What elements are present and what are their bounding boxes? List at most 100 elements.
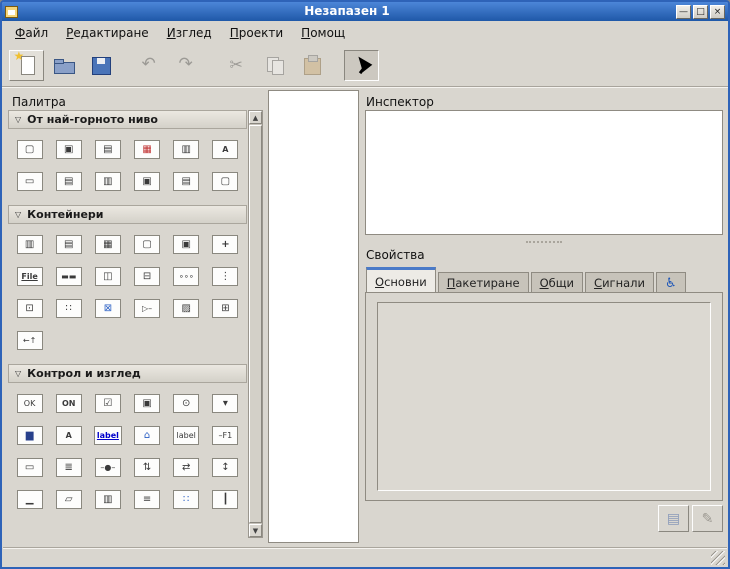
- palette-item-label[interactable]: label: [167, 419, 206, 451]
- palette-item-print-dialog[interactable]: ▣: [128, 165, 167, 197]
- palette-section-header-1[interactable]: ▽Контейнери: [8, 205, 247, 224]
- palette-item-alignment[interactable]: ←↑: [10, 324, 49, 356]
- properties-content: [377, 302, 711, 491]
- palette-section-header-0[interactable]: ▽От най-горното ниво: [8, 110, 247, 129]
- scroll-up-icon[interactable]: ▲: [249, 111, 262, 124]
- palette-item-message-dialog[interactable]: ▤: [88, 133, 127, 165]
- palette-item-spin-button[interactable]: ⇅: [128, 451, 167, 483]
- palette-item-file-selection-dialog[interactable]: ▥: [167, 133, 206, 165]
- palette-item-frame[interactable]: ▢: [128, 228, 167, 260]
- palette-item-combo-box-entry[interactable]: ▾: [206, 387, 245, 419]
- palette-item-text-label[interactable]: A: [49, 419, 88, 451]
- palette-item-toggle-button[interactable]: ON: [49, 387, 88, 419]
- palette-item-vbox[interactable]: ▤: [49, 228, 88, 260]
- palette-item-hscrollbar[interactable]: ⇄: [167, 451, 206, 483]
- minimize-button[interactable]: —: [676, 5, 691, 19]
- palette-item-table[interactable]: ▦: [88, 228, 127, 260]
- menu-item-help[interactable]: Помощ: [292, 23, 354, 43]
- palette-item-link-button[interactable]: label: [88, 419, 127, 451]
- menu-accel: И: [167, 26, 176, 40]
- palette-item-list[interactable]: ≡: [128, 483, 167, 515]
- palette-item-entry[interactable]: ▭: [10, 451, 49, 483]
- inspector-panel[interactable]: [365, 110, 723, 235]
- palette-item-separator[interactable]: ┃: [206, 483, 245, 515]
- tab-accessibility[interactable]: ♿: [656, 272, 686, 293]
- resize-grip-icon[interactable]: [711, 551, 725, 565]
- maximize-button[interactable]: □: [693, 5, 708, 19]
- menu-item-file[interactable]: Файл: [6, 23, 57, 43]
- palette-item-viewport[interactable]: ⊡: [10, 292, 49, 324]
- palette-scrollbar[interactable]: ▲ ▼: [248, 110, 263, 538]
- palette-item-hpaned[interactable]: ◫: [88, 260, 127, 292]
- workspace-panel[interactable]: [268, 90, 359, 543]
- properties-title: Свойства: [366, 248, 425, 262]
- new-button[interactable]: [9, 50, 44, 81]
- palette-item-vscrollbar[interactable]: ↕: [206, 451, 245, 483]
- palette-item-handle-box[interactable]: ▥: [88, 483, 127, 515]
- palette-item-icon-view[interactable]: ∷: [167, 483, 206, 515]
- palette-item-scrolled-window[interactable]: ⊞: [206, 292, 245, 324]
- menu-item-edit[interactable]: Редактиране: [57, 23, 158, 43]
- palette-item-hbuttonbox[interactable]: ∘∘∘: [167, 260, 206, 292]
- menu-item-view[interactable]: Изглед: [158, 23, 221, 43]
- palette-item-vbuttonbox[interactable]: ⋮: [206, 260, 245, 292]
- palette-item-font-selection-dialog[interactable]: ▤: [49, 165, 88, 197]
- palette-item-combo-box[interactable]: ▣: [128, 387, 167, 419]
- palette-item-menubar-widget[interactable]: File: [10, 260, 49, 292]
- tab-general[interactable]: Основни: [366, 267, 436, 293]
- file-selection-dialog-icon: ▥: [173, 140, 199, 159]
- palette-item-hscale[interactable]: –●–: [88, 451, 127, 483]
- undo-icon: [139, 54, 163, 76]
- combo-box-entry-icon: ▾: [212, 394, 238, 413]
- palette-item-iconview[interactable]: ∷: [49, 292, 88, 324]
- spin-button-icon: ⇅: [134, 458, 160, 477]
- tab-signals[interactable]: Сигнали: [585, 272, 654, 293]
- palette-item-dialog[interactable]: ▣: [49, 133, 88, 165]
- close-button[interactable]: ×: [710, 5, 725, 19]
- label-icon: label: [173, 426, 199, 445]
- palette-item-color-button[interactable]: ⌂: [128, 419, 167, 451]
- entry-icon: ▭: [17, 458, 43, 477]
- scroll-down-icon[interactable]: ▼: [249, 524, 262, 537]
- palette-item-hbox[interactable]: ▥: [10, 228, 49, 260]
- scrollbar-thumb[interactable]: [249, 125, 262, 523]
- palette-item-text-view[interactable]: ≣: [49, 451, 88, 483]
- palette-item-expander[interactable]: ▷–: [128, 292, 167, 324]
- palette-item-notebook[interactable]: ▣: [167, 228, 206, 260]
- palette-item-assistant[interactable]: ▢: [206, 165, 245, 197]
- palette-item-list-dialog[interactable]: ▤: [167, 165, 206, 197]
- palette-item-window[interactable]: ▢: [10, 133, 49, 165]
- paste-icon: [300, 54, 324, 76]
- titlebar[interactable]: Незапазен 1 —□×: [2, 2, 728, 21]
- edit-button[interactable]: ✎: [692, 505, 723, 532]
- palette-item-image[interactable]: ▆: [10, 419, 49, 451]
- palette-item-button[interactable]: OK: [10, 387, 49, 419]
- tab-packing[interactable]: Пакетиране: [438, 272, 529, 293]
- palette-item-about-dialog[interactable]: A: [206, 133, 245, 165]
- palette-item-fixed[interactable]: +: [206, 228, 245, 260]
- hbuttonbox-icon: ∘∘∘: [173, 267, 199, 286]
- open-button[interactable]: [46, 50, 81, 81]
- palette-item-radio-button[interactable]: ⊙: [167, 387, 206, 419]
- paned-handle[interactable]: [365, 238, 723, 245]
- info-button[interactable]: ▤: [658, 505, 689, 532]
- palette-item-input-dialog[interactable]: ▭: [10, 165, 49, 197]
- palette-item-file-chooser-dialog[interactable]: ▥: [88, 165, 127, 197]
- palette-item-check-button[interactable]: ☑: [88, 387, 127, 419]
- palette-item-vpaned[interactable]: ⊟: [128, 260, 167, 292]
- palette-item-accel-label[interactable]: –F1: [206, 419, 245, 451]
- palette-item-statusbar-widget[interactable]: ▁: [10, 483, 49, 515]
- palette-item-progress-bar[interactable]: ▱: [49, 483, 88, 515]
- palette-item-color-selection-dialog[interactable]: ▦: [128, 133, 167, 165]
- menu-label: айл: [25, 26, 48, 40]
- palette-item-layout[interactable]: ▨: [167, 292, 206, 324]
- hbox-icon: ▥: [17, 235, 43, 254]
- palette-item-eventbox[interactable]: ⊠: [88, 292, 127, 324]
- vbox-icon: ▤: [56, 235, 82, 254]
- menu-item-projects[interactable]: Проекти: [221, 23, 292, 43]
- tab-common[interactable]: Общи: [531, 272, 583, 293]
- pointer-button[interactable]: [344, 50, 379, 81]
- palette-section-header-2[interactable]: ▽Контрол и изглед: [8, 364, 247, 383]
- palette-item-toolbar-widget[interactable]: ▬▬: [49, 260, 88, 292]
- save-button[interactable]: [83, 50, 118, 81]
